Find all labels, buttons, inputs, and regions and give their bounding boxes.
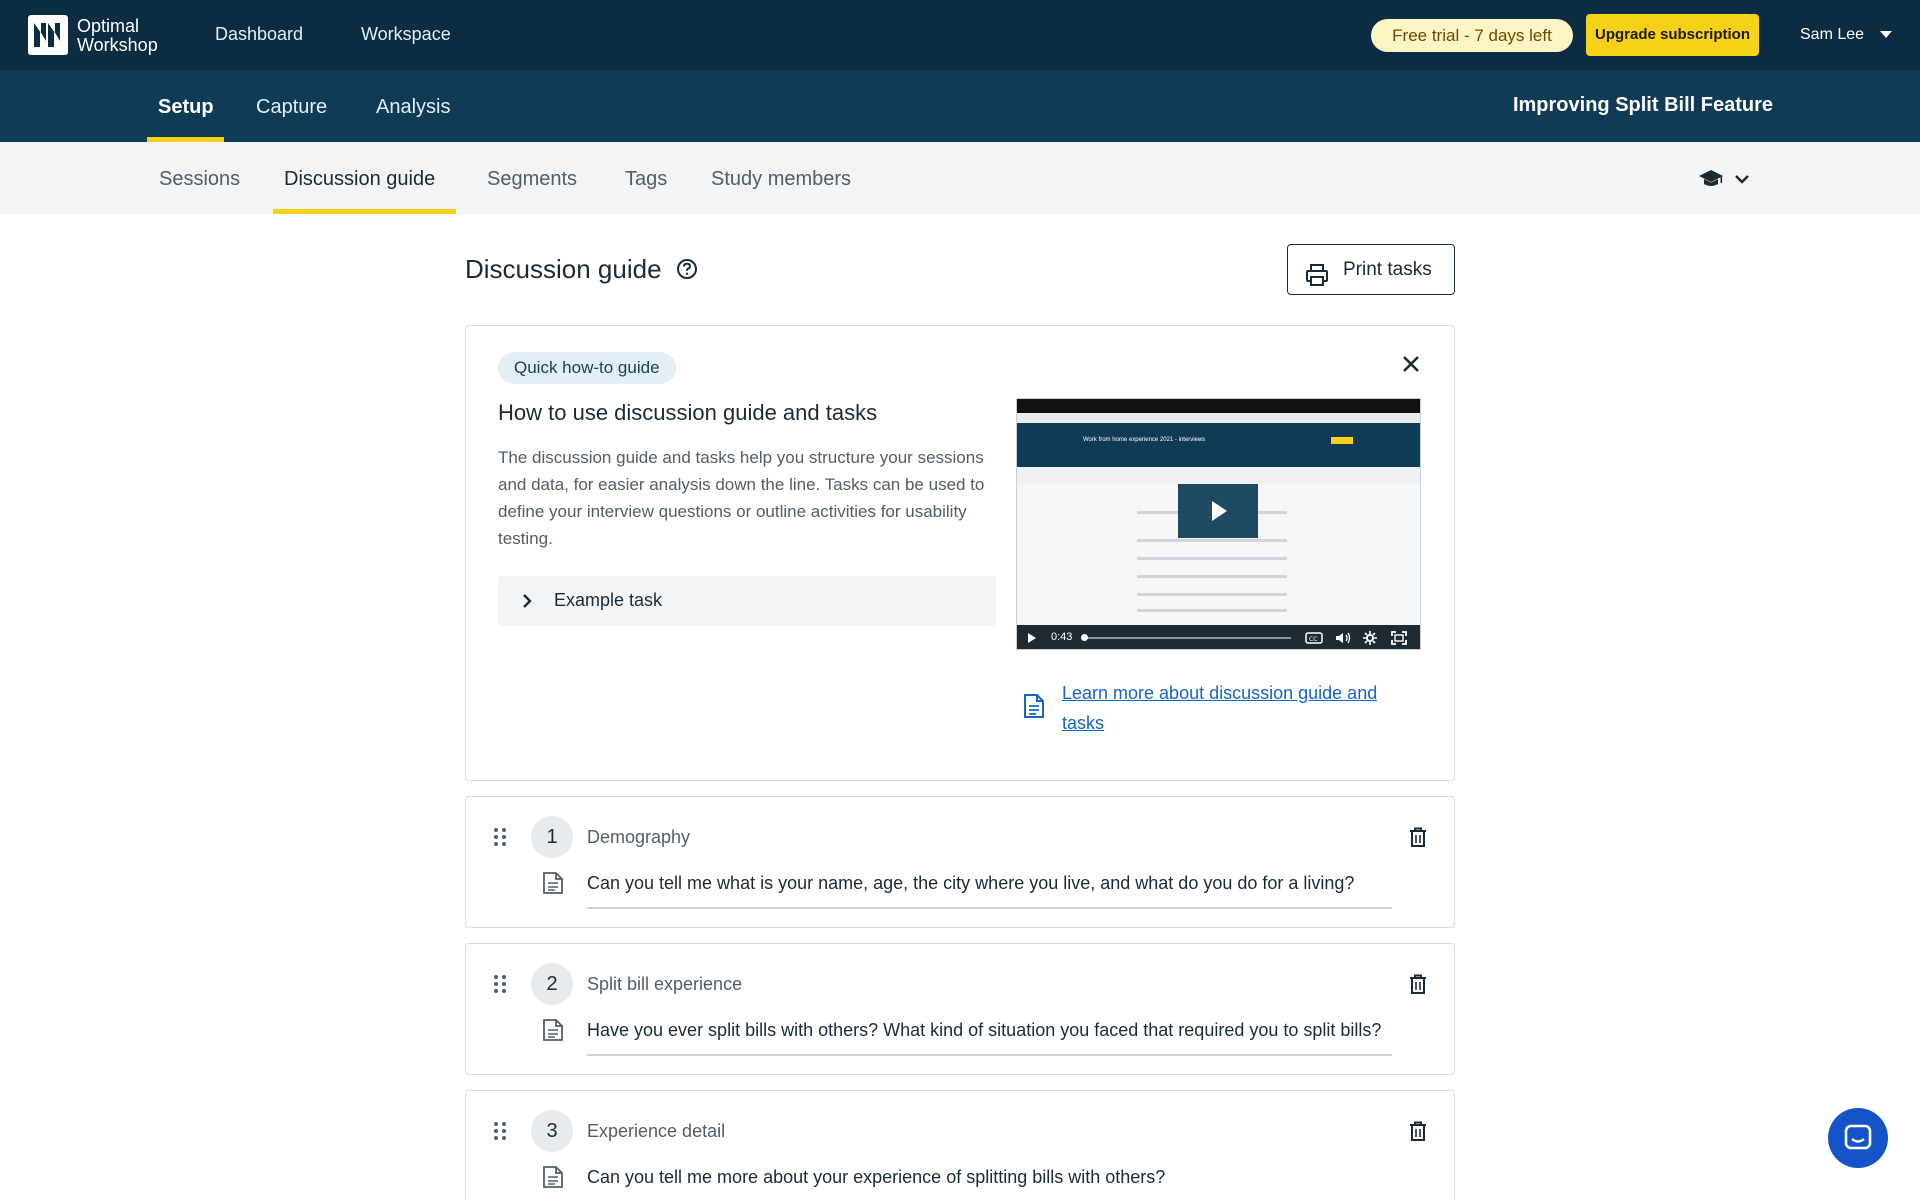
captions-icon[interactable]: CC	[1305, 632, 1323, 644]
tab-discussion-guide[interactable]: Discussion guide	[284, 168, 435, 191]
user-menu[interactable]: Sam Lee	[1800, 26, 1864, 44]
task-card: 3 Experience detail Can you tell me more…	[465, 1090, 1455, 1200]
tab-sessions[interactable]: Sessions	[159, 168, 240, 191]
video-tab-bar	[1017, 467, 1420, 483]
example-task-label: Example task	[554, 590, 663, 610]
task-question-underline	[587, 1054, 1392, 1056]
task-question[interactable]: Have you ever split bills with others? W…	[587, 1020, 1381, 1041]
video-content-line	[1137, 593, 1287, 596]
task-question[interactable]: Can you tell me what is your name, age, …	[587, 873, 1354, 894]
guide-badge: Quick how-to guide	[498, 352, 676, 384]
document-icon	[542, 1165, 564, 1194]
svg-text:CC: CC	[1309, 636, 1317, 643]
page-title: Discussion guide	[465, 254, 662, 284]
nav-dashboard[interactable]: Dashboard	[215, 24, 303, 45]
task-number: 2	[531, 963, 573, 1005]
caret-down-icon[interactable]	[1880, 31, 1892, 38]
trial-badge[interactable]: Free trial - 7 days left	[1371, 19, 1573, 52]
document-icon	[1023, 693, 1045, 724]
print-tasks-button[interactable]: Print tasks	[1287, 244, 1455, 295]
video-app-header: Work from home experience 2021 - intervi…	[1017, 423, 1420, 467]
guide-heading: How to use discussion guide and tasks	[498, 400, 878, 425]
trash-icon[interactable]	[1409, 974, 1427, 999]
video-content-line	[1137, 557, 1287, 560]
video-url-bar	[1017, 413, 1420, 423]
active-subtab-indicator	[273, 209, 456, 214]
tab-segments[interactable]: Segments	[487, 168, 577, 191]
video-upgrade-chip	[1331, 437, 1353, 444]
task-number: 1	[531, 816, 573, 858]
tab-analysis[interactable]: Analysis	[376, 96, 450, 119]
chevron-right-icon	[520, 593, 534, 614]
document-icon	[542, 871, 564, 900]
video-play-small-icon[interactable]	[1027, 632, 1037, 644]
trash-icon[interactable]	[1409, 827, 1427, 852]
video-study-title: Work from home experience 2021 - intervi…	[1083, 437, 1206, 443]
setup-tab-bar: Sessions Discussion guide Segments Tags …	[0, 142, 1920, 214]
how-to-guide-card: Quick how-to guide How to use discussion…	[465, 325, 1455, 781]
trash-icon[interactable]	[1409, 1121, 1427, 1146]
guide-description: The discussion guide and tasks help you …	[498, 448, 985, 548]
video-controls: 0:43 CC	[1017, 625, 1420, 649]
tab-capture[interactable]: Capture	[256, 96, 327, 119]
task-question-underline	[587, 907, 1392, 909]
task-card: 2 Split bill experience Have you ever sp…	[465, 943, 1455, 1075]
close-icon[interactable]	[1401, 354, 1421, 379]
video-content-line	[1137, 575, 1287, 578]
task-card: 1 Demography Can you tell me what is you…	[465, 796, 1455, 928]
drag-handle-icon[interactable]	[493, 1121, 507, 1146]
question-circle-icon[interactable]	[676, 258, 698, 285]
volume-icon[interactable]	[1335, 632, 1351, 644]
top-bar: Optimal Workshop Dashboard Workspace Fre…	[0, 0, 1920, 70]
task-title[interactable]: Split bill experience	[587, 974, 742, 995]
video-content-line	[1137, 609, 1287, 612]
optimal-workshop-logo[interactable]	[28, 15, 68, 55]
settings-icon[interactable]	[1363, 631, 1377, 645]
tab-tags[interactable]: Tags	[625, 168, 667, 191]
video-progress-knob[interactable]	[1081, 634, 1088, 641]
task-number: 3	[531, 1110, 573, 1152]
video-time: 0:43	[1051, 631, 1073, 643]
drag-handle-icon[interactable]	[493, 827, 507, 852]
learn-more-link[interactable]: Learn more about discussion guide and ta…	[1062, 678, 1412, 738]
task-question[interactable]: Can you tell me more about your experien…	[587, 1167, 1165, 1188]
chat-button[interactable]	[1828, 1108, 1888, 1168]
chevron-down-icon[interactable]	[1733, 170, 1751, 193]
print-tasks-label: Print tasks	[1343, 258, 1432, 280]
upgrade-button[interactable]: Upgrade subscription	[1586, 14, 1759, 56]
printer-icon	[1305, 258, 1329, 306]
video-browser-chrome	[1017, 399, 1420, 413]
study-title: Improving Split Bill Feature	[1512, 94, 1773, 116]
fullscreen-icon[interactable]	[1391, 631, 1407, 645]
document-icon	[542, 1018, 564, 1047]
drag-handle-icon[interactable]	[493, 974, 507, 999]
brand-name: Optimal Workshop	[77, 16, 158, 55]
video-progress-track[interactable]	[1083, 637, 1291, 639]
task-title[interactable]: Demography	[587, 827, 690, 848]
tab-setup[interactable]: Setup	[158, 96, 214, 119]
tutorial-video[interactable]: Work from home experience 2021 - intervi…	[1016, 398, 1421, 650]
nav-workspace[interactable]: Workspace	[361, 24, 451, 45]
video-content-line	[1137, 539, 1287, 542]
graduation-cap-icon[interactable]	[1698, 168, 1724, 193]
play-triangle	[1212, 501, 1227, 521]
example-task-toggle[interactable]: Example task	[498, 576, 996, 626]
task-title[interactable]: Experience detail	[587, 1121, 725, 1142]
tab-study-members[interactable]: Study members	[711, 168, 851, 191]
play-icon[interactable]	[1178, 484, 1258, 538]
chat-icon	[1844, 1124, 1872, 1150]
